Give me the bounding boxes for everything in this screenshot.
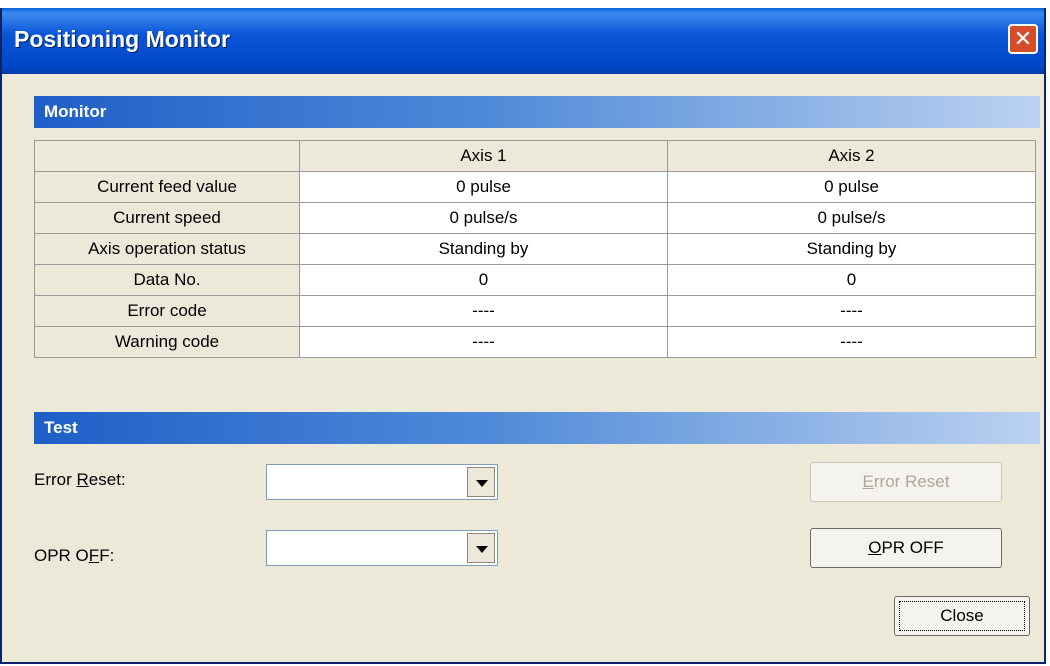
column-header-axis-2: Axis 2 xyxy=(667,140,1036,172)
row-label: Current feed value xyxy=(34,171,300,203)
monitor-header-label: Monitor xyxy=(44,102,107,121)
axis-2-value: 0 pulse xyxy=(667,171,1036,203)
error-reset-label: Error Reset: xyxy=(34,470,126,489)
table-row: Warning code ---- ---- xyxy=(34,326,1036,358)
axis-1-value: 0 pulse xyxy=(299,171,668,203)
test-header-label: Test xyxy=(44,418,78,437)
table-row: Error code ---- ---- xyxy=(34,295,1036,327)
axis-1-value: ---- xyxy=(299,326,668,358)
test-section-header: Test xyxy=(34,412,1040,444)
row-label: Current speed xyxy=(34,202,300,234)
window-close-button[interactable]: ✕ xyxy=(1008,24,1038,54)
opr-off-combo[interactable] xyxy=(266,530,498,566)
axis-2-value: ---- xyxy=(667,295,1036,327)
monitor-table: Axis 1 Axis 2 Current feed value 0 pulse… xyxy=(34,140,1036,358)
monitor-section-header: Monitor xyxy=(34,96,1040,128)
opr-off-label: OPR OFF: xyxy=(34,546,115,565)
axis-1-value: 0 xyxy=(299,264,668,296)
chevron-down-icon[interactable] xyxy=(467,533,495,563)
table-row: Current feed value 0 pulse 0 pulse xyxy=(34,171,1036,203)
row-label: Axis operation status xyxy=(34,233,300,265)
window-title: Positioning Monitor xyxy=(14,26,230,52)
column-header-axis-1: Axis 1 xyxy=(299,140,668,172)
error-reset-button[interactable]: Error Reset xyxy=(810,462,1002,502)
title-bar[interactable]: Positioning Monitor ✕ xyxy=(2,8,1044,74)
axis-2-value: 0 xyxy=(667,264,1036,296)
row-label: Data No. xyxy=(34,264,300,296)
row-label: Warning code xyxy=(34,326,300,358)
axis-2-value: 0 pulse/s xyxy=(667,202,1036,234)
close-button[interactable]: Close xyxy=(894,596,1030,636)
table-row: Data No. 0 0 xyxy=(34,264,1036,296)
table-row: Axis operation status Standing by Standi… xyxy=(34,233,1036,265)
axis-2-value: Standing by xyxy=(667,233,1036,265)
chevron-down-icon[interactable] xyxy=(467,467,495,497)
column-header-empty xyxy=(34,140,300,172)
opr-off-button[interactable]: OPR OFF xyxy=(810,528,1002,568)
axis-1-value: Standing by xyxy=(299,233,668,265)
axis-1-value: ---- xyxy=(299,295,668,327)
axis-1-value: 0 pulse/s xyxy=(299,202,668,234)
table-header-row: Axis 1 Axis 2 xyxy=(34,140,1036,172)
row-label: Error code xyxy=(34,295,300,327)
axis-2-value: ---- xyxy=(667,326,1036,358)
table-row: Current speed 0 pulse/s 0 pulse/s xyxy=(34,202,1036,234)
positioning-monitor-window: Positioning Monitor ✕ Monitor Axis 1 Axi… xyxy=(0,8,1046,664)
close-icon: ✕ xyxy=(1013,26,1033,51)
error-reset-combo[interactable] xyxy=(266,464,498,500)
